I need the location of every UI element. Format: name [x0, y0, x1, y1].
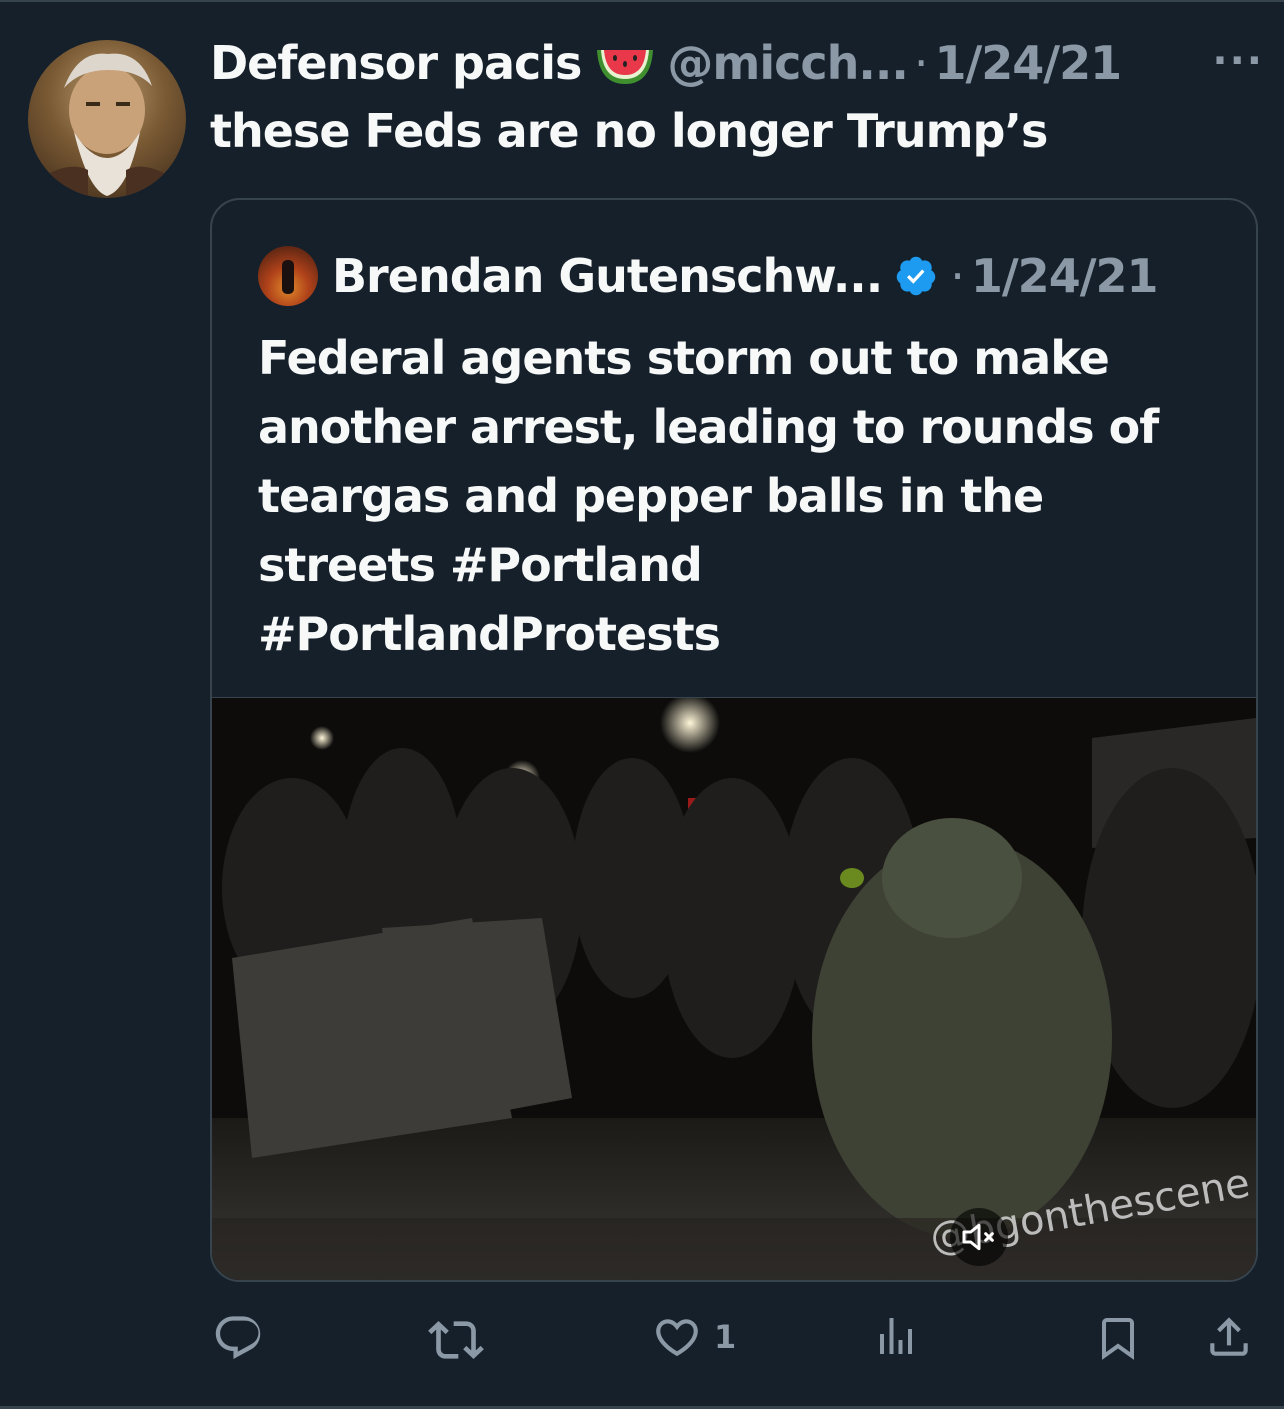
tweet-header: Defensor pacis @micch... · 1/24/21	[210, 30, 1270, 96]
author-handle[interactable]: @micch...	[667, 36, 908, 90]
share-icon	[1210, 1317, 1248, 1356]
more-options-icon[interactable]: ···	[1212, 38, 1264, 84]
verified-badge-icon	[894, 254, 938, 298]
reply-icon	[215, 1316, 261, 1360]
video-player[interactable]: @bgonthescene	[212, 697, 1256, 1280]
quoted-author-name[interactable]: Brendan Gutenschw...	[332, 249, 883, 303]
quoted-text-line: another arrest, leading to rounds of	[258, 400, 1159, 454]
analytics-icon	[880, 1318, 912, 1354]
tweet-actions: 1	[0, 1300, 1284, 1380]
separator-dot: ·	[913, 36, 929, 90]
share-button[interactable]	[1204, 1312, 1254, 1362]
quoted-tweet[interactable]: Brendan Gutenschw... · 1/24/21 Federal a…	[210, 198, 1258, 1282]
quoted-tweet-date[interactable]: 1/24/21	[971, 249, 1159, 303]
quoted-text-line: teargas and pepper balls in the	[258, 469, 1044, 523]
like-count: 1	[714, 1318, 737, 1356]
retweet-icon	[428, 1321, 484, 1359]
quoted-author-avatar[interactable]	[258, 246, 318, 306]
reply-button[interactable]	[212, 1312, 276, 1364]
quoted-tweet-header: Brendan Gutenschw... · 1/24/21	[258, 246, 1159, 306]
top-divider	[0, 0, 1284, 2]
quoted-tweet-text: Federal agents storm out to make another…	[258, 324, 1218, 669]
bookmark-button[interactable]	[1094, 1312, 1142, 1364]
views-button[interactable]	[872, 1312, 932, 1360]
quoted-separator-dot: ·	[950, 249, 965, 303]
watermelon-icon	[595, 43, 655, 84]
mute-toggle-button[interactable]	[950, 1208, 1008, 1266]
author-name[interactable]: Defensor pacis	[210, 36, 582, 90]
author-avatar[interactable]	[28, 40, 186, 198]
like-button[interactable]: 1	[652, 1312, 736, 1362]
speaker-muted-icon	[962, 1223, 994, 1251]
quoted-text-line: Federal agents storm out to make	[258, 331, 1110, 385]
heart-icon	[656, 1319, 698, 1357]
quoted-text-line: streets #Portland	[258, 538, 703, 592]
tweet-text: these Feds are no longer Trump’s	[210, 104, 1048, 158]
quoted-text-line: #PortlandProtests	[258, 607, 721, 661]
retweet-button[interactable]	[428, 1312, 496, 1368]
bookmark-icon	[1102, 1318, 1134, 1360]
tweet-date[interactable]: 1/24/21	[934, 36, 1122, 90]
